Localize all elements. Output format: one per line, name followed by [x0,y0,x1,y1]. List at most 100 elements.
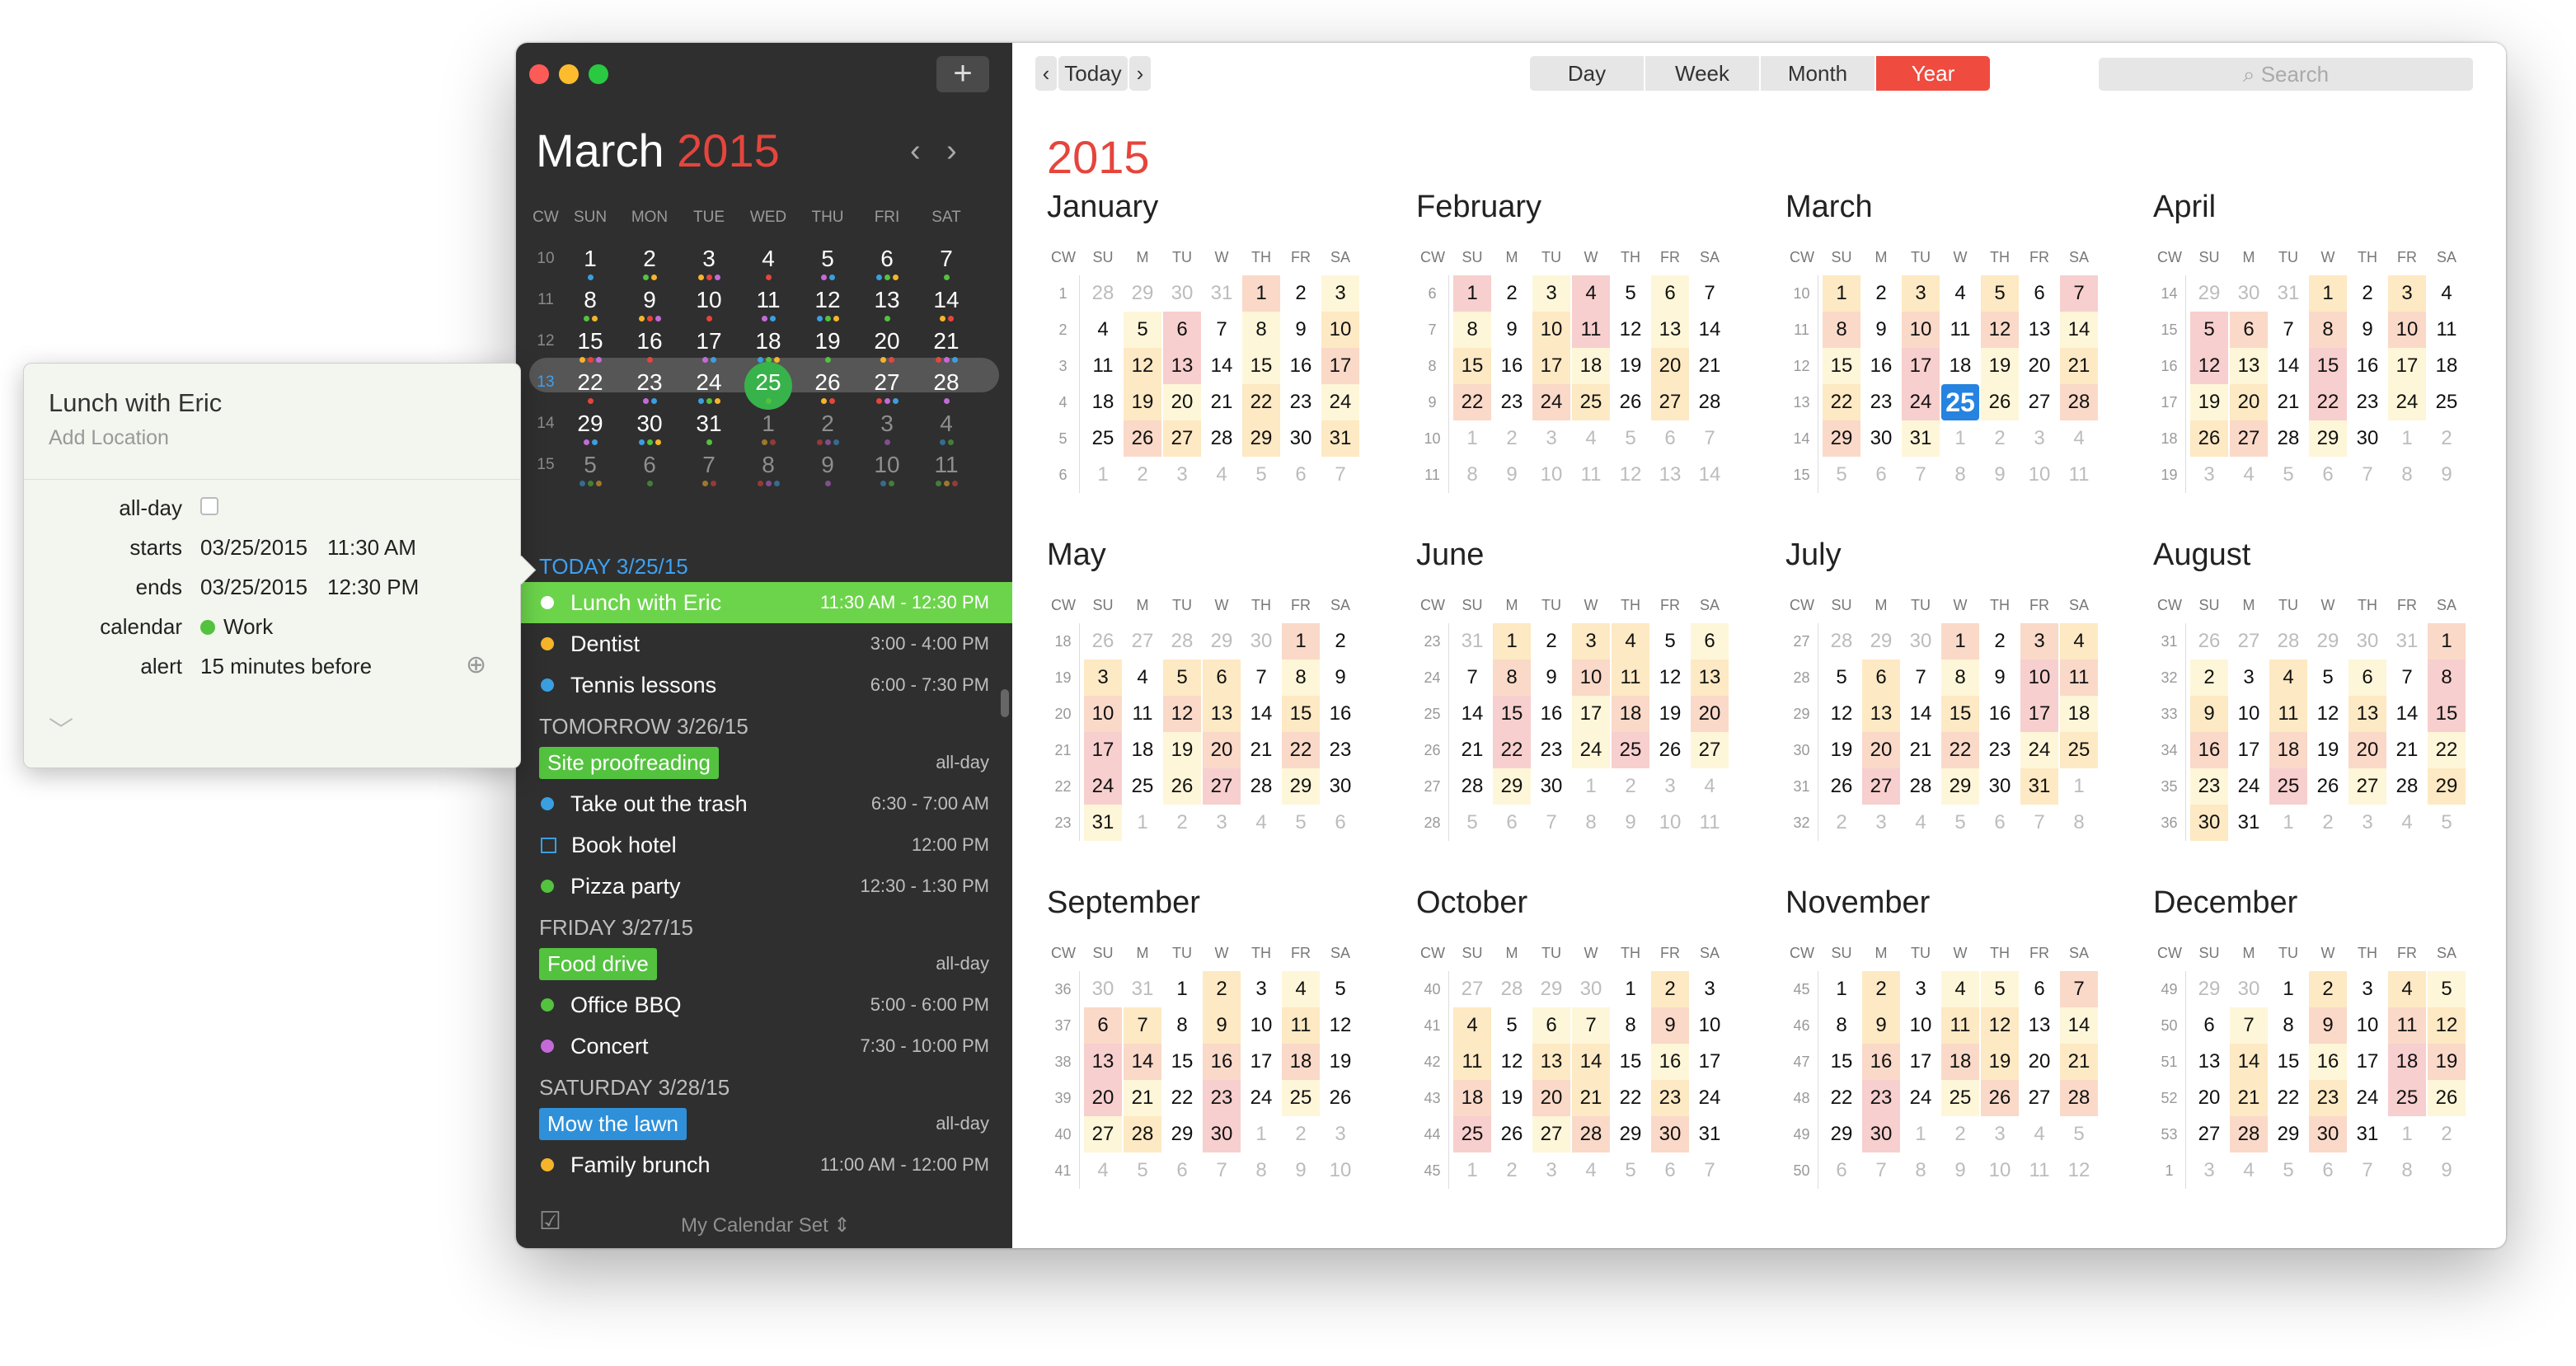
day-cell[interactable]: 3 [1532,275,1570,312]
day-cell[interactable]: 30 [2348,420,2386,457]
day-cell[interactable]: 4 [1691,768,1729,805]
day-cell[interactable]: 28 [2060,384,2098,420]
day-cell[interactable]: 2 [1862,971,1900,1007]
day-cell[interactable]: 23 [1651,1080,1689,1116]
day-cell[interactable]: 29 [2190,971,2228,1007]
day-cell[interactable]: 12 [2190,348,2228,384]
day-cell[interactable]: 4 [2428,275,2466,312]
day-cell[interactable]: 9 [1282,1152,1320,1189]
day-cell[interactable]: 5 [2190,312,2228,348]
day-cell[interactable]: 20 [2020,348,2058,384]
mini-day[interactable]: 16 [620,323,679,364]
day-cell[interactable]: 24 [1902,1080,1940,1116]
day-cell[interactable]: 8 [2269,1007,2307,1044]
mini-day[interactable]: 9 [798,447,857,488]
day-cell[interactable]: 13 [1203,696,1241,732]
day-cell[interactable]: 22 [2428,732,2466,768]
agenda-event[interactable]: Food drive all-day [516,943,1012,984]
day-cell[interactable]: 19 [2309,732,2347,768]
day-cell[interactable]: 1 [2428,623,2466,660]
day-cell[interactable]: 22 [1941,732,1979,768]
agenda-event[interactable]: Concert 7:30 - 10:00 PM [516,1026,1012,1067]
mini-day[interactable]: 3 [857,406,917,447]
day-cell[interactable]: 6 [1321,805,1359,841]
day-cell[interactable]: 5 [1823,457,1860,493]
day-cell[interactable]: 6 [1651,275,1689,312]
day-cell[interactable]: 6 [1823,1152,1860,1189]
day-cell[interactable]: 13 [1862,696,1900,732]
day-cell[interactable]: 10 [1981,1152,2019,1189]
day-cell[interactable]: 11 [2388,1007,2426,1044]
day-cell[interactable]: 6 [2190,1007,2228,1044]
mini-day[interactable]: 12 [798,282,857,323]
day-cell[interactable]: 7 [1203,1152,1241,1189]
day-cell[interactable]: 21 [1124,1080,1161,1116]
day-cell[interactable]: 7 [2060,971,2098,1007]
day-cell[interactable]: 8 [1823,1007,1860,1044]
day-cell[interactable]: 9 [2428,1152,2466,1189]
day-cell[interactable]: 5 [1823,660,1860,696]
day-cell[interactable]: 12 [1493,1044,1531,1080]
day-cell[interactable]: 29 [1124,275,1161,312]
day-cell[interactable]: 25 [2428,384,2466,420]
day-cell[interactable]: 30 [2348,623,2386,660]
day-cell[interactable]: 23 [1282,384,1320,420]
day-cell[interactable]: 16 [1321,696,1359,732]
day-cell[interactable]: 30 [2309,1116,2347,1152]
day-cell[interactable]: 6 [2230,312,2268,348]
day-cell[interactable]: 1 [1612,971,1649,1007]
day-cell[interactable]: 13 [1532,1044,1570,1080]
day-cell[interactable]: 6 [2020,971,2058,1007]
day-cell[interactable]: 23 [1862,1080,1900,1116]
month-name[interactable]: February [1416,190,1746,231]
day-cell[interactable]: 3 [1163,457,1201,493]
day-cell[interactable]: 5 [1124,312,1161,348]
view-month-tab[interactable]: Month [1761,56,1875,91]
day-cell[interactable]: 30 [1532,768,1570,805]
day-cell[interactable]: 5 [1321,971,1359,1007]
day-cell[interactable]: 27 [2230,623,2268,660]
day-cell[interactable]: 22 [1282,732,1320,768]
day-cell[interactable]: 2 [1612,768,1649,805]
day-cell[interactable]: 16 [2348,348,2386,384]
agenda-event[interactable]: Take out the trash 6:30 - 7:00 AM [516,783,1012,824]
mini-day[interactable]: 25 [739,362,798,410]
day-cell[interactable]: 10 [1532,457,1570,493]
day-cell[interactable]: 4 [1203,457,1241,493]
day-cell[interactable]: 24 [1084,768,1122,805]
day-cell[interactable]: 24 [1532,384,1570,420]
month-name[interactable]: May [1047,537,1377,579]
day-cell[interactable]: 14 [1453,696,1491,732]
day-cell[interactable]: 8 [2309,312,2347,348]
day-cell[interactable]: 5 [1612,275,1649,312]
day-cell[interactable]: 7 [1902,660,1940,696]
day-cell[interactable]: 26 [2190,420,2228,457]
day-cell[interactable]: 27 [1124,623,1161,660]
day-cell[interactable]: 25 [1124,768,1161,805]
day-cell[interactable]: 27 [2230,420,2268,457]
day-cell[interactable]: 1 [2269,971,2307,1007]
agenda-event[interactable]: Dentist 3:00 - 4:00 PM [516,623,1012,664]
day-cell[interactable]: 22 [1823,1080,1860,1116]
day-cell[interactable]: 30 [2230,275,2268,312]
day-cell[interactable]: 5 [2269,457,2307,493]
day-cell[interactable]: 2 [2190,660,2228,696]
day-cell[interactable]: 20 [1163,384,1201,420]
day-cell[interactable]: 11 [1572,457,1610,493]
day-cell[interactable]: 10 [2388,312,2426,348]
day-cell[interactable]: 17 [1242,1044,1280,1080]
day-cell[interactable]: 10 [1084,696,1122,732]
day-cell[interactable]: 10 [1651,805,1689,841]
day-cell[interactable]: 10 [1242,1007,1280,1044]
day-cell[interactable]: 30 [1572,971,1610,1007]
day-cell[interactable]: 12 [1612,312,1649,348]
day-cell[interactable]: 9 [1282,312,1320,348]
day-cell[interactable]: 28 [1242,768,1280,805]
day-cell[interactable]: 30 [1862,1116,1900,1152]
day-cell[interactable]: 4 [1124,660,1161,696]
day-cell[interactable]: 29 [1493,768,1531,805]
day-cell[interactable]: 24 [2230,768,2268,805]
day-cell[interactable]: 4 [2020,1116,2058,1152]
day-cell[interactable]: 23 [2190,768,2228,805]
day-cell[interactable]: 3 [1691,971,1729,1007]
